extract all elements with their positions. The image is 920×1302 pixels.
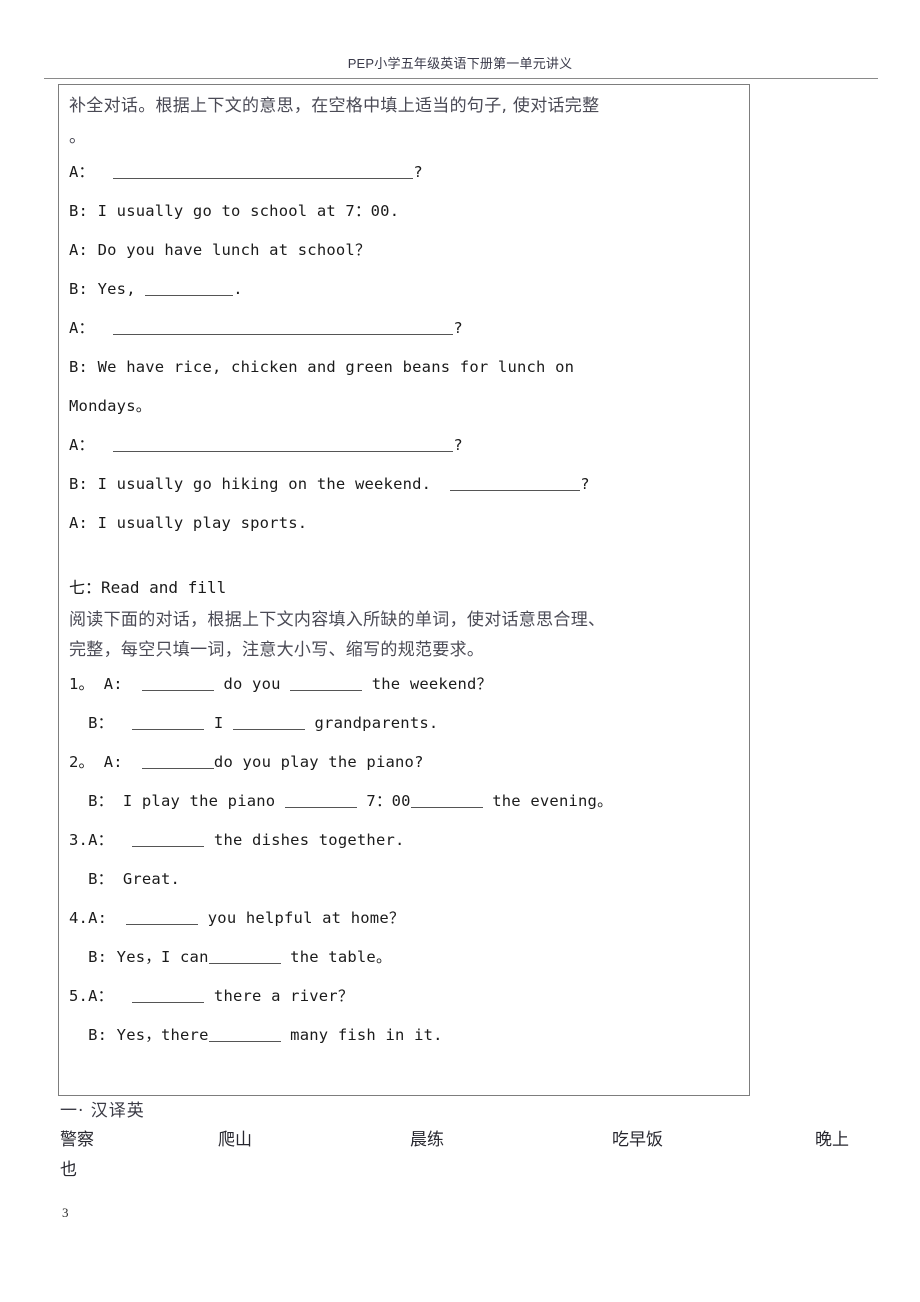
answer-blank[interactable] xyxy=(284,792,357,808)
item-4-a-end: you helpful at home？ xyxy=(198,909,405,927)
dialogue-line-b3: B: We have rice, chicken and green beans… xyxy=(69,358,575,376)
translation-section-title: 一· 汉译英 xyxy=(60,1101,145,1121)
item-1-a-end: the weekend？ xyxy=(362,675,493,693)
item-1-b-label: B： xyxy=(69,714,114,732)
item-2-b-pre: I play the piano xyxy=(113,792,285,810)
vocab-word-also: 也 xyxy=(60,1160,77,1180)
speaker-label-a: A： xyxy=(69,436,95,454)
dialogue-line-a3: A： ? xyxy=(69,309,739,348)
answer-blank[interactable] xyxy=(141,675,214,691)
dialogue-line-b3-cont: Mondays。 xyxy=(69,397,152,415)
answer-blank[interactable] xyxy=(113,319,454,335)
item-1-a-label: 1。 A: xyxy=(69,675,123,693)
fill-item-5-b: B: Yes，there many fish in it. xyxy=(69,1016,739,1055)
vocab-row-2: 也 xyxy=(60,1156,910,1184)
fill-item-1-b: B： I grandparents. xyxy=(69,704,739,743)
vocab-word-eat-breakfast: 吃早饭 xyxy=(612,1130,663,1150)
item-4-b-label: B: Yes，I can xyxy=(69,948,209,966)
item-5-a-label: 5.A： xyxy=(69,987,114,1005)
answer-blank[interactable] xyxy=(290,675,363,691)
fill-item-2-a: 2。 A: do you play the piano? xyxy=(69,743,739,782)
answer-blank[interactable] xyxy=(126,909,199,925)
fill-item-4-b: B: Yes，I can the table。 xyxy=(69,938,739,977)
answer-blank[interactable] xyxy=(232,714,305,730)
instruction-line-1: 补全对话。根据上下文的意思，在空格中填上适当的句子, 使对话完整 xyxy=(69,96,600,116)
dialogue-b2-suffix: . xyxy=(233,280,243,298)
item-1-b-mid: I xyxy=(204,714,233,732)
dialogue-line-b4: B: I usually go hiking on the weekend. ? xyxy=(69,465,739,504)
page-header-title: PEP小学五年级英语下册第一单元讲义 xyxy=(347,56,573,71)
dialogue-line-b2: B: Yes, . xyxy=(69,270,739,309)
vocab-word-climb-mountain: 爬山 xyxy=(218,1130,252,1150)
dialogue-line-a4: A： ? xyxy=(69,426,739,465)
item-2-a-label: 2。 A: xyxy=(69,753,123,771)
item-2-b-mid: 7：00 xyxy=(356,792,411,810)
section-seven-instruction-line-2: 完整，每空只填一词，注意大小写、缩写的规范要求。 xyxy=(69,640,485,660)
question-mark: ? xyxy=(453,436,463,454)
item-2-b-end: the evening。 xyxy=(482,792,613,810)
page-number: 3 xyxy=(62,1205,69,1220)
dialogue-line-a5: A: I usually play sports. xyxy=(69,514,308,532)
answer-blank[interactable] xyxy=(132,714,205,730)
item-2-a-end: do you play the piano? xyxy=(213,753,424,771)
speaker-label-a: A： xyxy=(69,163,95,181)
answer-blank[interactable] xyxy=(132,831,205,847)
exercise-box: 补全对话。根据上下文的意思，在空格中填上适当的句子, 使对话完整 。 A： ? … xyxy=(58,84,750,1096)
item-4-b-end: the table。 xyxy=(280,948,392,966)
item-2-b-label: B： xyxy=(69,792,114,810)
vocab-word-evening: 晚上 xyxy=(815,1130,849,1150)
answer-blank[interactable] xyxy=(208,1026,281,1042)
item-3-a-label: 3.A： xyxy=(69,831,114,849)
fill-item-5-a: 5.A： there a river？ xyxy=(69,977,739,1016)
exercise-box-content: 补全对话。根据上下文的意思，在空格中填上适当的句子, 使对话完整 。 A： ? … xyxy=(59,85,749,1055)
vocab-row: 警察 爬山 晨练 吃早饭 晚上 xyxy=(60,1126,910,1156)
answer-blank[interactable] xyxy=(141,753,214,769)
answer-blank[interactable] xyxy=(113,436,454,452)
fill-item-3-a: 3.A： the dishes together. xyxy=(69,821,739,860)
vocab-word-morning-exercise: 晨练 xyxy=(410,1130,444,1150)
answer-blank[interactable] xyxy=(145,280,234,296)
question-mark: ? xyxy=(413,163,423,181)
item-5-b-end: many fish in it. xyxy=(280,1026,443,1044)
fill-item-4-a: 4.A: you helpful at home？ xyxy=(69,899,739,938)
dialogue-b4-suffix: ? xyxy=(580,475,590,493)
section-seven-heading: 七：Read and fill xyxy=(69,578,227,597)
item-1-a-mid: do you xyxy=(213,675,291,693)
dialogue-line-a2: A: Do you have lunch at school？ xyxy=(69,241,371,259)
question-mark: ? xyxy=(453,319,463,337)
item-3-a-end: the dishes together. xyxy=(204,831,405,849)
item-5-b-label: B: Yes，there xyxy=(69,1026,209,1044)
answer-blank[interactable] xyxy=(450,475,581,491)
speaker-label-a: A： xyxy=(69,319,95,337)
item-1-b-end: grandparents. xyxy=(304,714,439,732)
section-seven-instruction-line-1: 阅读下面的对话，根据上下文内容填入所缺的单词，使对话意思合理、 xyxy=(69,610,606,630)
item-5-a-end: there a river？ xyxy=(204,987,354,1005)
fill-item-2-b: B： I play the piano 7：00 the evening。 xyxy=(69,782,739,821)
translation-section: 一· 汉译英 警察 爬山 晨练 吃早饭 晚上 也 xyxy=(60,1098,910,1184)
vocab-word-police: 警察 xyxy=(60,1130,94,1150)
fill-item-3-b: B： Great. xyxy=(69,870,181,888)
answer-blank[interactable] xyxy=(410,792,483,808)
fill-item-1-a: 1。 A: do you the weekend？ xyxy=(69,665,739,704)
dialogue-b4-prefix: B: I usually go hiking on the weekend. xyxy=(69,475,451,493)
dialogue-line-a1: A： ? xyxy=(69,153,739,192)
answer-blank[interactable] xyxy=(113,163,414,179)
dialogue-line-b1: B: I usually go to school at 7：00. xyxy=(69,202,400,220)
header-divider-rule xyxy=(44,78,878,79)
answer-blank[interactable] xyxy=(132,987,205,1003)
item-4-a-label: 4.A: xyxy=(69,909,108,927)
answer-blank[interactable] xyxy=(208,948,281,964)
instruction-line-2: 。 xyxy=(69,127,87,147)
dialogue-b2-prefix: B: Yes, xyxy=(69,280,146,298)
